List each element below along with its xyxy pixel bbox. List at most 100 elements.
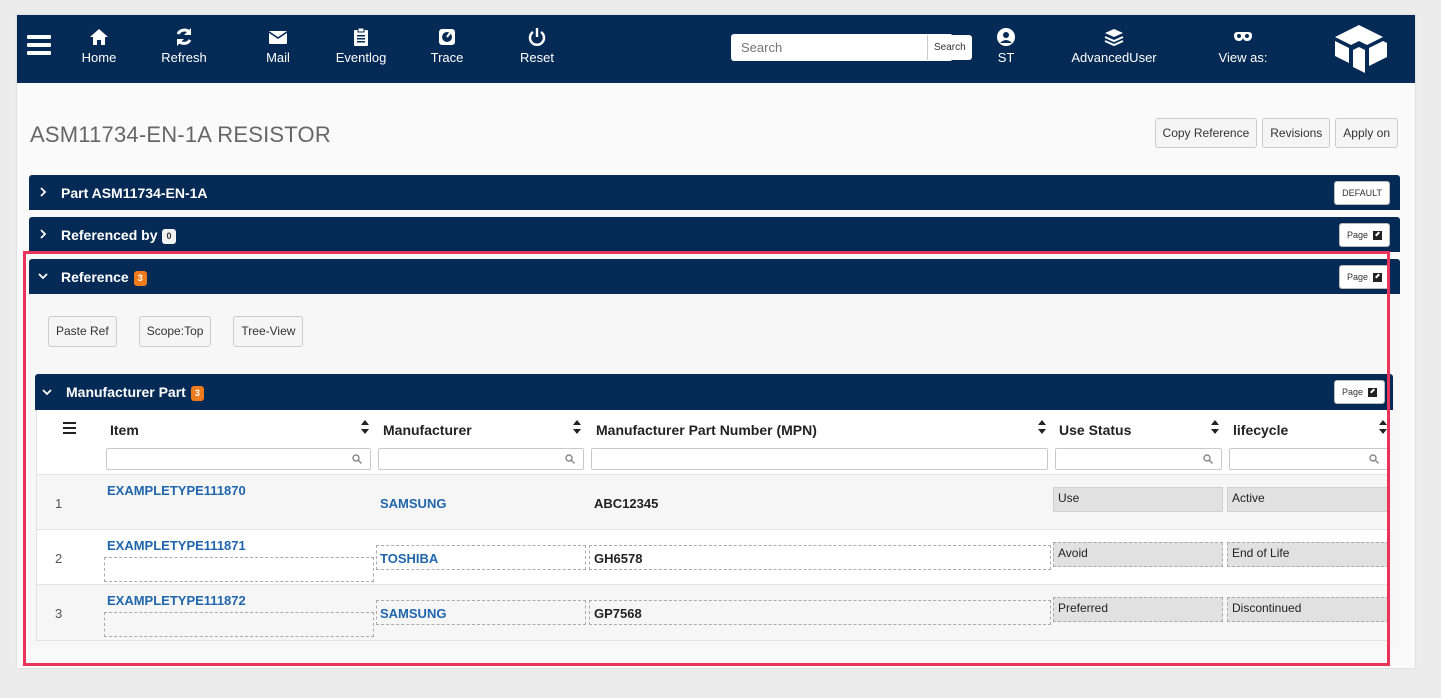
nav-reset[interactable]: Reset (517, 27, 557, 65)
page-button-label: Page (1346, 230, 1368, 240)
use-status-cell[interactable]: Preferred (1053, 597, 1223, 622)
eventlog-icon (333, 27, 389, 49)
sort-icon[interactable] (1211, 420, 1219, 434)
referenced-by-page-button[interactable]: Page (1338, 223, 1390, 247)
nav-reset-label: Reset (520, 50, 554, 65)
filter-manufacturer-input[interactable] (378, 448, 584, 470)
filter-item-input[interactable] (106, 448, 371, 470)
external-link-icon (1368, 387, 1377, 397)
search-input[interactable] (731, 35, 927, 60)
page-button-label: Page (1346, 272, 1368, 282)
item-edit-cell[interactable] (104, 612, 374, 637)
nav-eventlog[interactable]: Eventlog (333, 27, 389, 65)
table-row[interactable]: 1 EXAMPLETYPE111870 SAMSUNG ABC12345 Use… (37, 474, 1389, 530)
panel-part-header[interactable]: Part ASM11734-EN-1A DEFAULT (29, 175, 1400, 210)
sort-icon[interactable] (1379, 420, 1387, 434)
row-number: 3 (55, 606, 63, 621)
manufacturer-part-grid: Item Manufacturer Manufacturer Part Numb… (36, 410, 1390, 641)
manufacturer-part-count-badge: 3 (190, 386, 204, 401)
column-header-item[interactable]: Item (110, 422, 139, 438)
panel-referenced-by-header[interactable]: Referenced by 0 Page (29, 217, 1400, 252)
search-icon (1203, 454, 1213, 464)
default-button-label: DEFAULT (1342, 188, 1382, 198)
mpn-edit-cell[interactable] (589, 545, 1051, 570)
chevron-right-icon[interactable] (38, 187, 48, 197)
hamburger-menu-icon[interactable] (27, 35, 51, 57)
reference-count-badge: 3 (133, 271, 147, 286)
filter-lifecycle-input[interactable] (1229, 448, 1388, 470)
row-number: 1 (55, 496, 63, 511)
page-button-label: Page (1341, 387, 1363, 397)
lifecycle-cell[interactable]: End of Life (1227, 542, 1389, 567)
search-button[interactable]: Search (927, 35, 972, 60)
table-row[interactable]: 3 EXAMPLETYPE111872 SAMSUNG GP7568 Prefe… (37, 584, 1389, 640)
manufacturer-part-title: Manufacturer Part 3 (66, 384, 204, 401)
chevron-right-icon[interactable] (38, 229, 48, 239)
brand-logo-icon[interactable] (1327, 23, 1391, 75)
default-button[interactable]: DEFAULT (1334, 181, 1390, 205)
mpn-value: GH6578 (594, 551, 643, 566)
column-header-manufacturer[interactable]: Manufacturer (383, 422, 472, 438)
column-header-lifecycle[interactable]: lifecycle (1233, 422, 1288, 438)
external-link-icon (1373, 272, 1382, 282)
mail-icon (262, 27, 294, 49)
scope-top-button[interactable]: Scope:Top (138, 316, 212, 347)
page-title: ASM11734-EN-1A RESISTOR (30, 122, 331, 147)
revisions-button[interactable]: Revisions (1262, 118, 1331, 148)
item-link[interactable]: EXAMPLETYPE111871 (107, 538, 246, 553)
item-link[interactable]: EXAMPLETYPE111870 (107, 483, 246, 498)
nav-user-label: ST (997, 50, 1015, 65)
nav-mail-label: Mail (266, 50, 290, 65)
reference-page-button[interactable]: Page (1338, 265, 1390, 289)
copy-reference-button[interactable]: Copy Reference (1154, 118, 1258, 148)
user-icon (992, 27, 1020, 49)
item-link[interactable]: EXAMPLETYPE111872 (107, 593, 246, 608)
reference-label: Reference (61, 269, 129, 285)
mask-icon (1213, 27, 1273, 49)
chevron-down-icon[interactable] (38, 271, 48, 281)
trace-icon (427, 27, 467, 49)
item-edit-cell[interactable] (104, 557, 374, 582)
use-status-cell[interactable]: Use (1053, 487, 1223, 512)
manufacturer-part-page-button[interactable]: Page (1333, 380, 1385, 404)
tree-view-button[interactable]: Tree-View (233, 316, 304, 347)
column-header-use-status[interactable]: Use Status (1059, 422, 1131, 438)
manufacturer-link[interactable]: SAMSUNG (380, 606, 446, 621)
column-header-mpn[interactable]: Manufacturer Part Number (MPN) (596, 422, 817, 438)
manufacturer-part-label: Manufacturer Part (66, 384, 186, 400)
panel-reference-header[interactable]: Reference 3 Page (29, 259, 1400, 294)
nav-role[interactable]: AdvancedUser (1069, 27, 1159, 65)
filter-use-status-input[interactable] (1055, 448, 1222, 470)
nav-view-as[interactable]: View as: (1213, 27, 1273, 65)
table-row[interactable]: 2 EXAMPLETYPE111871 TOSHIBA GH6578 Avoid… (37, 529, 1389, 585)
layers-icon (1069, 27, 1159, 49)
lifecycle-cell[interactable]: Discontinued (1227, 597, 1389, 622)
nav-mail[interactable]: Mail (262, 27, 294, 65)
manufacturer-link[interactable]: SAMSUNG (380, 496, 446, 511)
column-menu-icon[interactable] (63, 422, 76, 434)
chevron-down-icon[interactable] (42, 387, 52, 397)
nav-refresh[interactable]: Refresh (160, 27, 208, 65)
apply-on-button[interactable]: Apply on (1335, 118, 1398, 148)
sort-icon[interactable] (1038, 420, 1046, 434)
panel-reference-title: Reference 3 (61, 269, 147, 286)
lifecycle-cell[interactable]: Active (1227, 487, 1389, 512)
refresh-icon (160, 27, 208, 49)
search-icon (565, 454, 575, 464)
search-box: Search (731, 34, 972, 61)
mpn-edit-cell[interactable] (589, 600, 1051, 625)
nav-home[interactable]: Home (80, 27, 118, 65)
paste-ref-button[interactable]: Paste Ref (48, 316, 117, 347)
manufacturer-link[interactable]: TOSHIBA (380, 551, 438, 566)
manufacturer-part-header[interactable]: Manufacturer Part 3 Page (35, 374, 1393, 410)
use-status-cell[interactable]: Avoid (1053, 542, 1223, 567)
sort-icon[interactable] (573, 420, 581, 434)
reference-actions: Paste Ref Scope:Top Tree-View (48, 316, 304, 347)
sort-icon[interactable] (361, 420, 369, 434)
nav-trace[interactable]: Trace (427, 27, 467, 65)
nav-user[interactable]: ST (992, 27, 1020, 65)
power-icon (517, 27, 557, 49)
filter-mpn-input[interactable] (591, 448, 1048, 470)
panel-part-title: Part ASM11734-EN-1A (61, 185, 208, 201)
nav-trace-label: Trace (430, 50, 464, 65)
